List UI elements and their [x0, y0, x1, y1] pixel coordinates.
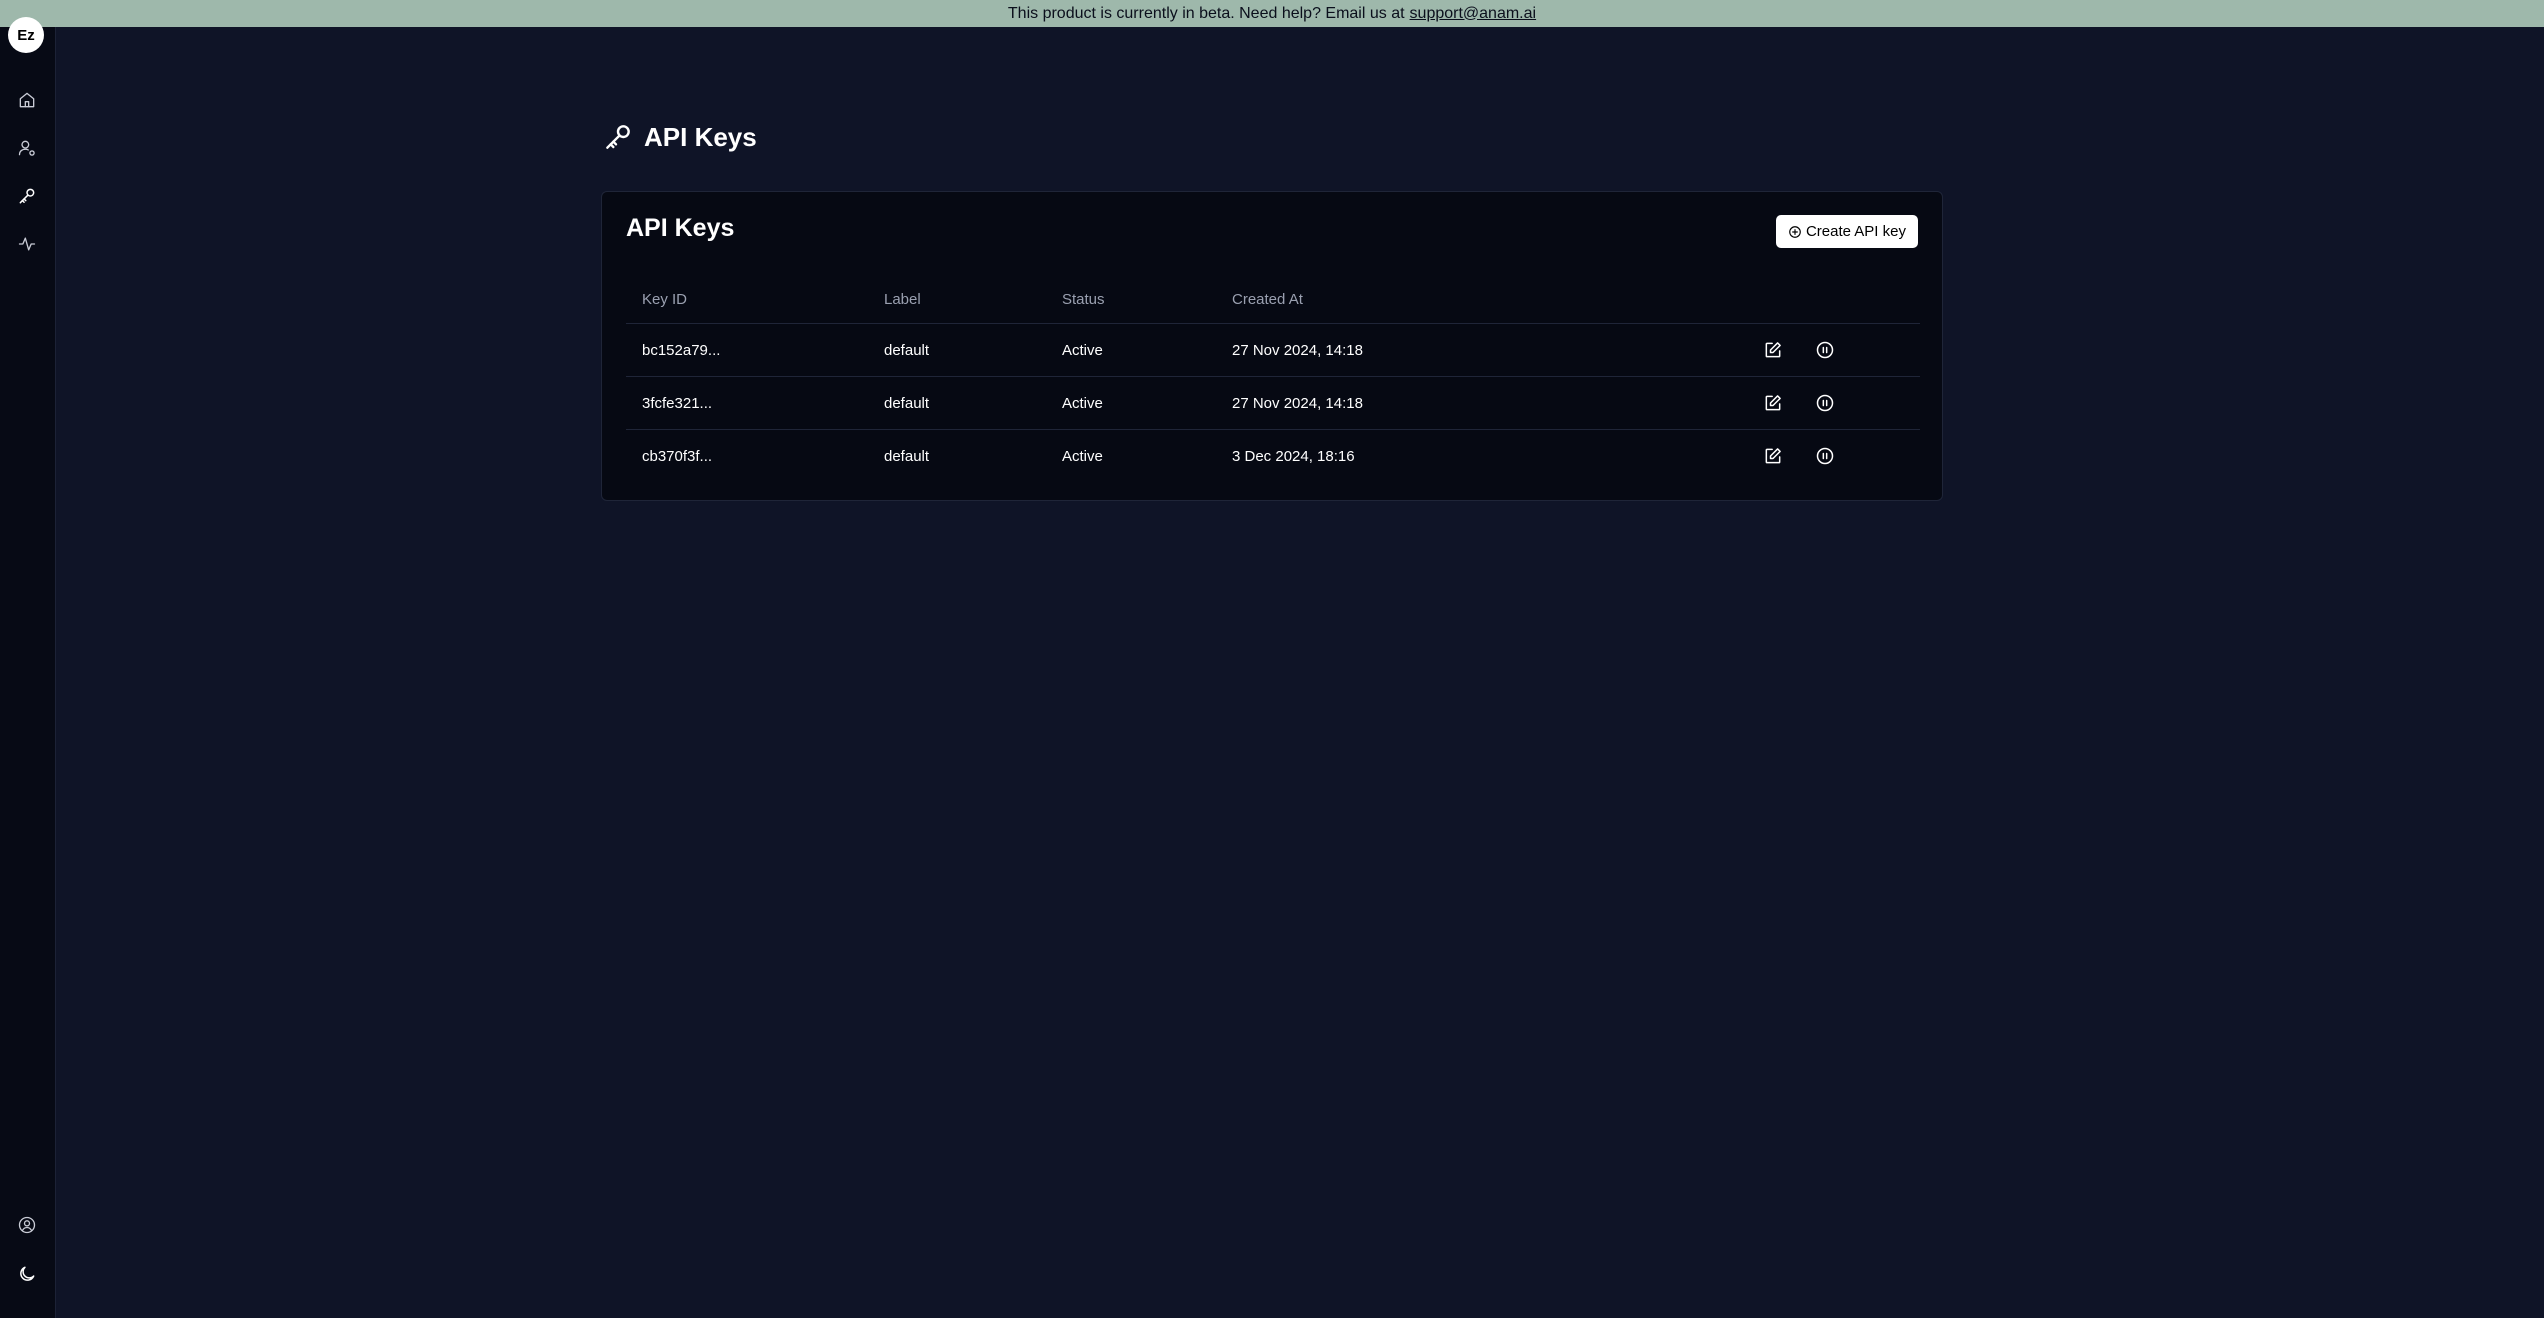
- api-keys-card: API Keys Create API key Key ID Label Sta…: [601, 191, 1943, 501]
- api-keys-table: Key ID Label Status Created At bc152a79.…: [626, 276, 1920, 482]
- pause-button[interactable]: [1814, 445, 1836, 467]
- header-key-id: Key ID: [642, 291, 688, 308]
- table-row: 3fcfe321... default Active 27 Nov 2024, …: [626, 377, 1920, 430]
- sidebar-item-api-keys[interactable]: [13, 182, 41, 210]
- label-cell: default: [884, 394, 930, 412]
- table-row: bc152a79... default Active 27 Nov 2024, …: [626, 324, 1920, 377]
- card-title: API Keys: [626, 214, 735, 242]
- edit-button[interactable]: [1762, 392, 1784, 414]
- key-id-cell: 3fcfe321...: [642, 394, 713, 412]
- sidebar: Ez: [0, 17, 56, 1318]
- status-cell: Active: [1062, 394, 1103, 412]
- header-created-at: Created At: [1232, 291, 1303, 308]
- header-status: Status: [1062, 291, 1105, 308]
- created-at-cell: 3 Dec 2024, 18:16: [1232, 447, 1355, 465]
- home-icon: [19, 92, 35, 108]
- status-cell: Active: [1062, 341, 1103, 359]
- support-email-link[interactable]: support@anam.ai: [1410, 5, 1537, 23]
- header-label: Label: [884, 291, 921, 308]
- beta-banner-text: This product is currently in beta. Need …: [1007, 4, 1405, 22]
- main-content: API Keys API Keys Create API key Key ID …: [56, 27, 2544, 1318]
- pause-circle-icon: [1816, 447, 1834, 465]
- avatar[interactable]: Ez: [8, 17, 44, 53]
- page-title: API Keys: [644, 121, 757, 152]
- table-header: Key ID Label Status Created At: [626, 276, 1920, 324]
- plus-circle-icon: [1789, 225, 1801, 238]
- table-row: cb370f3f... default Active 3 Dec 2024, 1…: [626, 430, 1920, 482]
- edit-icon: [1765, 395, 1781, 411]
- sidebar-item-personas[interactable]: [13, 134, 41, 162]
- create-api-key-label: Create API key: [1805, 223, 1906, 240]
- label-cell: default: [884, 341, 930, 359]
- user-settings-icon: [18, 140, 35, 156]
- pause-circle-icon: [1816, 394, 1834, 412]
- page-header: API Keys: [602, 121, 757, 153]
- sidebar-item-theme[interactable]: [13, 1260, 41, 1288]
- moon-icon: [20, 1266, 35, 1281]
- beta-banner: This product is currently in beta. Need …: [0, 0, 2544, 27]
- edit-button[interactable]: [1762, 445, 1784, 467]
- sidebar-item-home[interactable]: [13, 86, 41, 114]
- key-id-cell: cb370f3f...: [642, 447, 713, 465]
- created-at-cell: 27 Nov 2024, 14:18: [1232, 341, 1363, 359]
- pause-circle-icon: [1816, 341, 1834, 359]
- label-cell: default: [884, 447, 930, 465]
- key-icon: [19, 188, 35, 204]
- pause-button[interactable]: [1814, 392, 1836, 414]
- edit-icon: [1765, 448, 1781, 464]
- edit-button[interactable]: [1762, 339, 1784, 361]
- status-cell: Active: [1062, 447, 1103, 465]
- pause-button[interactable]: [1814, 339, 1836, 361]
- key-id-cell: bc152a79...: [642, 341, 721, 359]
- sidebar-item-activity[interactable]: [13, 230, 41, 258]
- created-at-cell: 27 Nov 2024, 14:18: [1232, 394, 1363, 412]
- key-icon: [606, 125, 630, 149]
- user-circle-icon: [18, 1216, 36, 1234]
- create-api-key-button[interactable]: Create API key: [1775, 215, 1918, 248]
- edit-icon: [1765, 342, 1781, 358]
- activity-icon: [18, 237, 36, 251]
- sidebar-item-account[interactable]: [13, 1211, 41, 1239]
